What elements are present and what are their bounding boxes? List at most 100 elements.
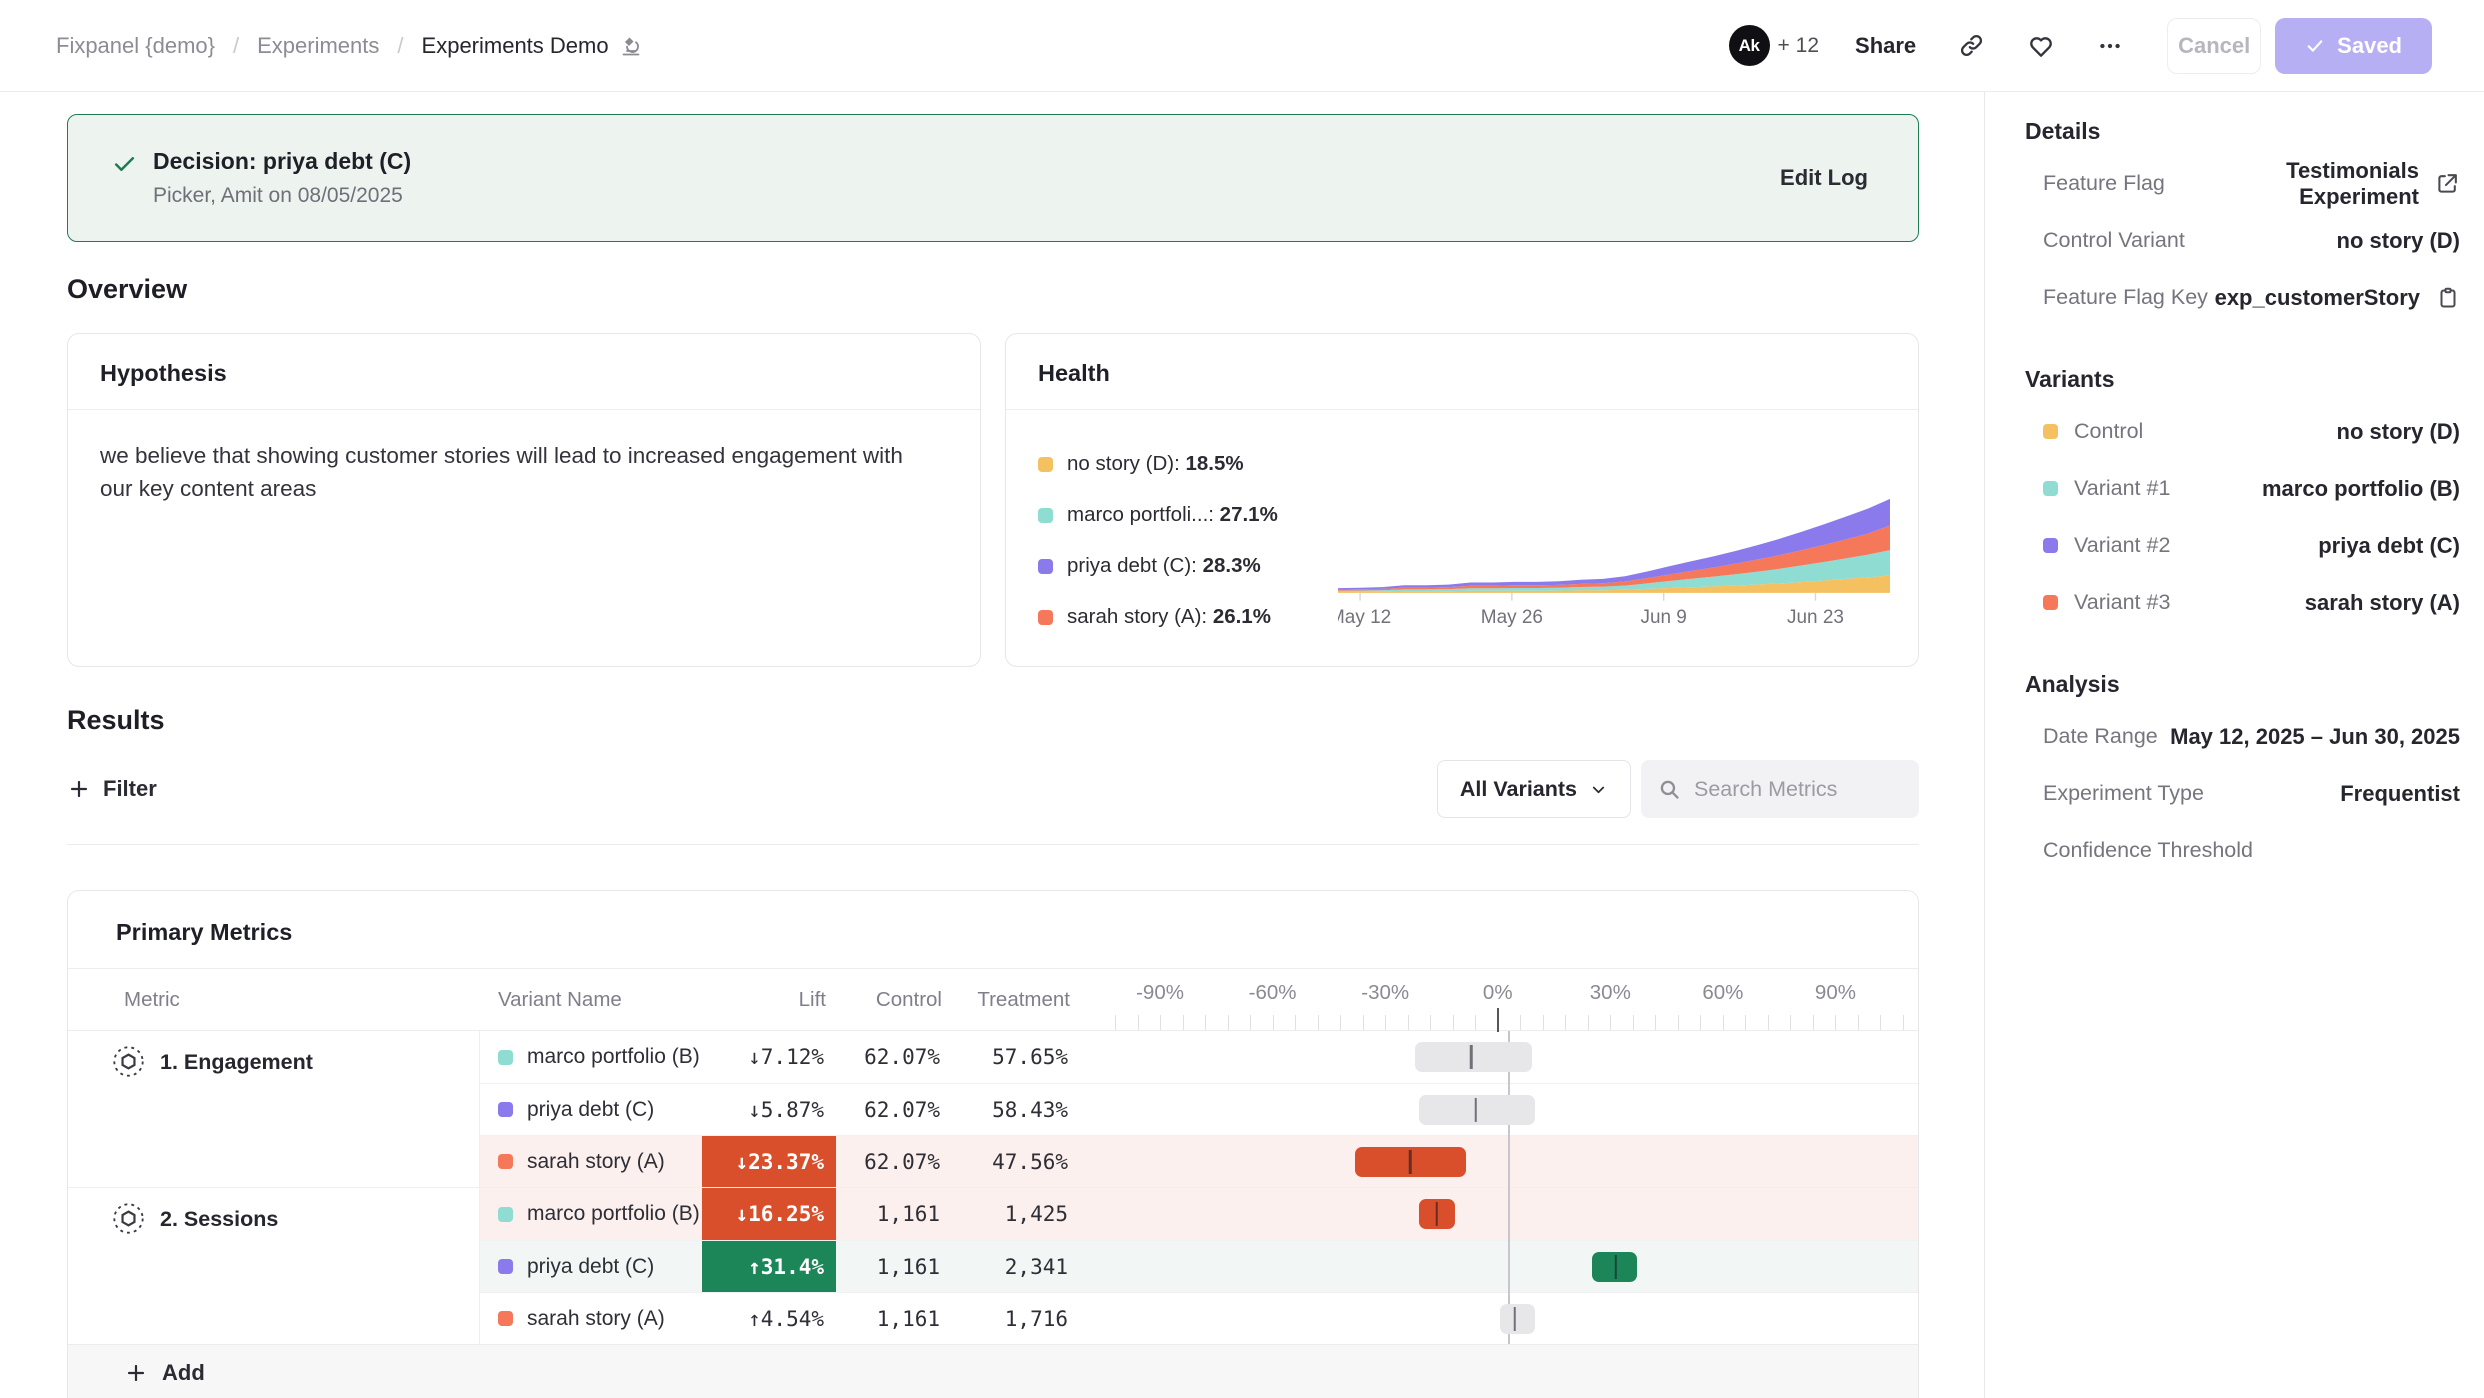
- axis-tick: [1813, 1015, 1814, 1030]
- cancel-button[interactable]: Cancel: [2167, 18, 2261, 74]
- x-tick-label: Jun 23: [1787, 607, 1844, 628]
- variant-name: marco portfolio (B): [527, 1045, 700, 1069]
- axis-tick: [1205, 1015, 1206, 1030]
- axis-tick: [1183, 1015, 1184, 1030]
- confidence-interval-bar[interactable]: [1355, 1147, 1466, 1177]
- spacer: [1080, 1293, 1100, 1344]
- axis-tick: [1745, 1015, 1746, 1030]
- col-treatment: Treatment: [952, 969, 1080, 1030]
- variants-filter-dropdown[interactable]: All Variants: [1437, 760, 1631, 818]
- variant-value: no story (D): [2143, 419, 2460, 445]
- axis-tick: [1678, 1015, 1679, 1030]
- axis-tick: [1723, 1015, 1724, 1030]
- divider: [67, 844, 1919, 845]
- hypothesis-title: Hypothesis: [100, 360, 227, 386]
- metric-cell[interactable]: 2. Sessions: [68, 1188, 480, 1344]
- table-header: Metric Variant Name Lift Control Treatme…: [68, 969, 1918, 1031]
- saved-button[interactable]: Saved: [2275, 18, 2432, 74]
- collaborators-count[interactable]: + 12: [1778, 34, 1819, 58]
- lift-value: ↑31.4%: [702, 1241, 836, 1292]
- breadcrumb-project[interactable]: Fixpanel {demo}: [56, 33, 215, 59]
- add-metric-button[interactable]: Add: [124, 1360, 205, 1386]
- axis-tick: [1858, 1015, 1859, 1030]
- variant-swatch: [2043, 595, 2058, 610]
- variants-heading: Variants: [2025, 366, 2460, 393]
- axis-label: -90%: [1136, 981, 1184, 1005]
- breadcrumb-separator: /: [397, 33, 403, 59]
- variant-cell: marco portfolio (B): [480, 1031, 702, 1083]
- confidence-interval-bar[interactable]: [1419, 1095, 1535, 1125]
- analysis-row-experiment-type: Experiment Type Frequentist: [2025, 765, 2460, 822]
- metric-cell[interactable]: 1. Engagement: [68, 1031, 480, 1187]
- share-button[interactable]: Share: [1855, 33, 1916, 59]
- search-metrics-input[interactable]: [1694, 777, 1903, 802]
- copy-link-icon[interactable]: [1958, 32, 1985, 59]
- lift-axis: -90%-60%-30%0%30%60%90%: [1100, 969, 1918, 1030]
- control-value: 62.07%: [836, 1136, 952, 1187]
- health-card-header: Health: [1006, 334, 1918, 410]
- axis-tick: [1475, 1015, 1476, 1030]
- confidence-interval-bar[interactable]: [1415, 1042, 1531, 1072]
- axis-tick: [1363, 1015, 1364, 1030]
- confidence-interval-bar[interactable]: [1500, 1304, 1536, 1334]
- spacer: [1080, 1031, 1100, 1083]
- favorite-icon[interactable]: [2027, 32, 2055, 60]
- axis-tick: [1835, 1015, 1836, 1030]
- variant-cell: sarah story (A): [480, 1136, 702, 1187]
- header-actions: Ak + 12 Share Cancel Saved: [1729, 18, 2432, 74]
- spacer: [1080, 1241, 1100, 1292]
- primary-metrics-card: Primary Metrics Metric Variant Name Lift…: [67, 890, 1919, 1398]
- axis-tick: [1520, 1015, 1521, 1030]
- spacer: [1080, 1136, 1100, 1187]
- variant-swatch: [498, 1102, 513, 1117]
- variant-swatch: [498, 1154, 513, 1169]
- decision-check-icon: [112, 151, 137, 181]
- axis-tick: [1160, 1015, 1161, 1030]
- add-filter-button[interactable]: Filter: [67, 776, 157, 802]
- breadcrumb-experiments[interactable]: Experiments: [257, 33, 379, 59]
- results-heading: Results: [67, 705, 1919, 736]
- confidence-interval-bar[interactable]: [1592, 1252, 1637, 1282]
- axis-tick: [1903, 1015, 1904, 1030]
- detail-row-control-variant: Control Variant no story (D): [2025, 212, 2460, 269]
- table-body: 1. Engagementmarco portfolio (B)↓7.12%62…: [68, 1031, 1918, 1344]
- table-row: marco portfolio (B)↓7.12%62.07%57.65%: [480, 1031, 1918, 1083]
- axis-zero-tick: [1497, 1008, 1499, 1032]
- variant-label: Variant #1: [2074, 476, 2170, 501]
- axis-tick: [1273, 1015, 1274, 1030]
- avatar[interactable]: Ak: [1729, 25, 1770, 66]
- top-header: Fixpanel {demo} / Experiments / Experime…: [0, 0, 2484, 92]
- hypothesis-text[interactable]: we believe that showing customer stories…: [68, 410, 968, 505]
- control-value: 62.07%: [836, 1031, 952, 1083]
- health-card: Health no story (D): 18.5%marco portfoli…: [1005, 333, 1919, 667]
- analysis-row-confidence-threshold: Confidence Threshold: [2025, 822, 2460, 879]
- variant-cell: marco portfolio (B): [480, 1188, 702, 1240]
- lift-marker: [1514, 1307, 1517, 1331]
- breadcrumb-separator: /: [233, 33, 239, 59]
- lift-value: ↓16.25%: [702, 1188, 836, 1240]
- metric-rows: marco portfolio (B)↓16.25%1,1611,425priy…: [480, 1188, 1918, 1344]
- more-options-icon[interactable]: [2097, 33, 2123, 59]
- axis-tick: [1543, 1015, 1544, 1030]
- axis-tick: [1588, 1015, 1589, 1030]
- axis-tick: [1115, 1015, 1116, 1030]
- legend-swatch: [1038, 457, 1053, 472]
- legend-item: sarah story (A): 26.1%: [1038, 605, 1338, 629]
- legend-label: no story (D): 18.5%: [1067, 452, 1244, 476]
- variant-name: sarah story (A): [527, 1150, 665, 1174]
- axis-label: 30%: [1590, 981, 1631, 1005]
- edit-log-button[interactable]: Edit Log: [1780, 165, 1868, 191]
- lift-marker: [1614, 1255, 1617, 1279]
- axis-tick: [1700, 1015, 1701, 1030]
- control-value: 62.07%: [836, 1084, 952, 1135]
- search-icon: [1657, 777, 1682, 802]
- confidence-interval-bar[interactable]: [1419, 1199, 1455, 1229]
- metric-group: 1. Engagementmarco portfolio (B)↓7.12%62…: [68, 1031, 1918, 1187]
- external-link-icon[interactable]: [2435, 171, 2460, 196]
- variant-label: Variant #3: [2074, 590, 2170, 615]
- lift-value: ↓5.87%: [702, 1084, 836, 1135]
- clipboard-copy-icon[interactable]: [2436, 286, 2460, 310]
- decision-meta: Picker, Amit on 08/05/2025: [153, 184, 411, 208]
- control-value: 1,161: [836, 1188, 952, 1240]
- variant-name: sarah story (A): [527, 1307, 665, 1331]
